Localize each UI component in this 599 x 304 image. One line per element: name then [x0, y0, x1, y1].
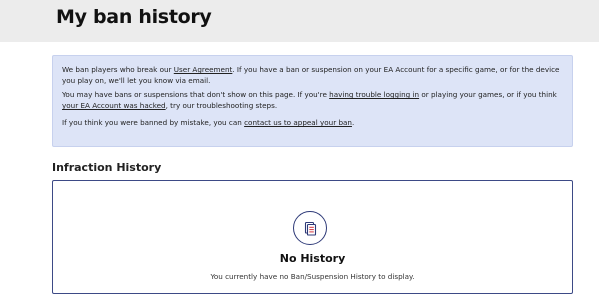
info-text: You may have bans or suspensions that do… [62, 90, 330, 99]
info-text: or playing your games, or if you think [419, 90, 557, 99]
infraction-history-card: No History You currently have no Ban/Sus… [52, 180, 573, 294]
info-text: , try our troubleshooting steps. [165, 101, 278, 110]
empty-state-description: You currently have no Ban/Suspension His… [210, 272, 415, 281]
infraction-history-heading: Infraction History [52, 161, 162, 174]
account-hacked-link[interactable]: your EA Account was hacked [62, 101, 166, 110]
document-list-icon [293, 211, 327, 245]
info-paragraph-2: You may have bans or suspensions that do… [62, 89, 563, 111]
trouble-logging-in-link[interactable]: having trouble logging in [329, 90, 419, 99]
empty-state-title: No History [279, 252, 346, 265]
page-title: My ban history [56, 6, 212, 28]
user-agreement-link[interactable]: User Agreement [174, 65, 233, 74]
info-text: . [351, 118, 355, 127]
info-text: If you think you were banned by mistake,… [62, 118, 245, 127]
page-header: My ban history [0, 0, 599, 42]
info-paragraph-3: If you think you were banned by mistake,… [62, 117, 563, 128]
appeal-ban-link[interactable]: contact us to appeal your ban [244, 118, 352, 127]
ban-info-notice: We ban players who break our User Agreem… [52, 55, 573, 147]
info-paragraph-1: We ban players who break our User Agreem… [62, 64, 563, 86]
info-text: We ban players who break our [62, 65, 174, 74]
